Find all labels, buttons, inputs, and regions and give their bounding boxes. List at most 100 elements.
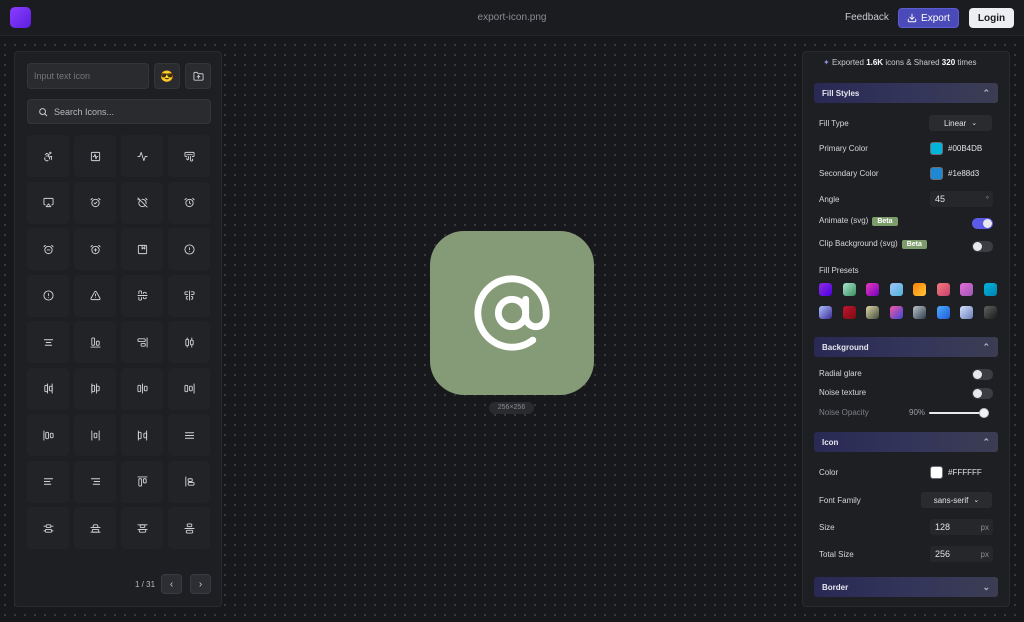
- fill-preset-swatch[interactable]: [866, 306, 879, 319]
- icon-grid-cell[interactable]: [27, 460, 69, 503]
- icon-grid-cell[interactable]: [74, 507, 116, 549]
- icon-grid-cell[interactable]: [168, 414, 210, 456]
- icon-search[interactable]: [27, 99, 211, 124]
- icon-grid-cell[interactable]: [74, 228, 116, 270]
- size-input[interactable]: 128 px: [930, 519, 993, 535]
- icon-grid-cell[interactable]: [121, 507, 163, 549]
- fill-presets-label: Fill Presets: [819, 266, 859, 275]
- noise-opacity-slider-thumb[interactable]: [979, 408, 989, 418]
- fill-preset-swatch[interactable]: [819, 306, 832, 319]
- feedback-link[interactable]: Feedback: [845, 12, 889, 23]
- total-size-label: Total Size: [819, 550, 854, 559]
- icon-grid-cell[interactable]: [168, 460, 210, 503]
- icon-grid-cell[interactable]: [168, 181, 210, 224]
- noise-opacity-label: Noise Opacity: [819, 408, 869, 417]
- icon-grid-cell[interactable]: [74, 135, 116, 177]
- fill-preset-swatch[interactable]: [842, 306, 856, 319]
- export-button[interactable]: Export: [898, 8, 959, 28]
- background-section-header[interactable]: Background ⌃: [814, 337, 998, 357]
- noise-texture-toggle[interactable]: [972, 388, 993, 399]
- icon-color-swatch[interactable]: [930, 465, 943, 479]
- align-start-vertical-icon: [184, 476, 195, 487]
- fill-type-label: Fill Type: [819, 119, 849, 128]
- alarm-minus-icon: [42, 244, 54, 254]
- align-horizontal-justify-start-icon: [42, 429, 54, 441]
- fill-preset-swatch[interactable]: [936, 283, 950, 296]
- icon-grid-cell[interactable]: [121, 228, 163, 270]
- icon-color-picker[interactable]: #FFFFFF: [930, 464, 994, 480]
- icon-grid-cell[interactable]: [74, 367, 116, 410]
- fill-preset-swatch[interactable]: [866, 283, 879, 296]
- next-page-button[interactable]: ›: [190, 574, 211, 594]
- border-section-header[interactable]: Border ⌄: [814, 577, 998, 597]
- fill-preset-swatch[interactable]: [913, 306, 926, 319]
- prev-page-button[interactable]: ‹: [161, 574, 182, 594]
- font-family-select[interactable]: sans-serif ⌄: [921, 492, 992, 508]
- icon-grid-cell[interactable]: [27, 181, 69, 224]
- primary-color-picker[interactable]: #00B4DB: [930, 140, 994, 156]
- icon-grid-cell[interactable]: [27, 228, 69, 270]
- total-size-input[interactable]: 256 px: [930, 546, 993, 562]
- icon-grid-cell[interactable]: [121, 181, 163, 224]
- fill-type-select[interactable]: Linear ⌄: [929, 115, 992, 131]
- icon-grid-cell[interactable]: [27, 507, 69, 549]
- fill-preset-swatch[interactable]: [889, 306, 903, 319]
- text-icon-input[interactable]: [27, 63, 149, 89]
- icon-grid-cell[interactable]: [168, 321, 210, 363]
- fill-preset-swatch[interactable]: [819, 283, 832, 296]
- search-input[interactable]: [54, 106, 204, 117]
- secondary-color-picker[interactable]: #1e88d3: [930, 165, 994, 181]
- emoji-button[interactable]: 😎: [154, 63, 180, 89]
- fill-preset-swatch[interactable]: [960, 283, 973, 296]
- noise-texture-label: Noise texture: [819, 388, 867, 397]
- primary-color-swatch[interactable]: [930, 141, 943, 155]
- align-vertical-distribute-start-icon: [136, 523, 148, 533]
- icon-grid-cell[interactable]: [168, 135, 210, 177]
- upload-folder-button[interactable]: [185, 63, 211, 89]
- icon-grid-cell[interactable]: [168, 507, 210, 549]
- icon-grid-cell[interactable]: [27, 274, 69, 317]
- icon-grid-cell[interactable]: [121, 367, 163, 410]
- icon-grid-cell[interactable]: [121, 135, 163, 177]
- fill-preset-swatch[interactable]: [960, 306, 973, 319]
- icon-grid-cell[interactable]: [168, 274, 210, 317]
- align-horizontal-space-between-icon: [137, 429, 147, 441]
- icon-grid-cell[interactable]: [27, 414, 69, 456]
- fill-preset-swatch[interactable]: [842, 283, 856, 296]
- icon-grid-cell[interactable]: [121, 460, 163, 503]
- icon-grid-cell[interactable]: [27, 135, 69, 177]
- icon-grid-cell[interactable]: [121, 274, 163, 317]
- fill-preset-swatch[interactable]: [913, 283, 926, 296]
- icon-grid-cell[interactable]: [168, 367, 210, 410]
- secondary-color-label: Secondary Color: [819, 169, 879, 178]
- fill-preset-swatch[interactable]: [983, 283, 997, 296]
- clip-background-toggle[interactable]: [972, 241, 993, 252]
- icon-grid-cell[interactable]: [74, 274, 116, 317]
- fill-styles-section-header[interactable]: Fill Styles ⌃: [814, 83, 998, 103]
- beta-badge: Beta: [901, 240, 927, 249]
- icon-grid-cell[interactable]: [168, 228, 210, 270]
- login-button[interactable]: Login: [969, 8, 1014, 28]
- clip-background-label: Clip Background (svg) Beta: [819, 239, 927, 249]
- alarm-check-icon: [89, 197, 101, 208]
- radial-glare-toggle[interactable]: [972, 369, 993, 380]
- icon-grid-cell[interactable]: [74, 414, 116, 456]
- icon-grid-cell[interactable]: [74, 460, 116, 503]
- angle-input[interactable]: 45 °: [930, 191, 993, 207]
- icon-grid-cell[interactable]: [74, 321, 116, 363]
- icon-grid-cell[interactable]: [27, 321, 69, 363]
- align-horizontal-space-around-icon: [90, 429, 100, 441]
- secondary-color-swatch[interactable]: [930, 166, 943, 180]
- fill-preset-swatch[interactable]: [936, 306, 950, 319]
- icon-grid-cell[interactable]: [74, 181, 116, 224]
- align-center-vertical-icon: [183, 290, 195, 301]
- fill-preset-swatch[interactable]: [889, 283, 903, 296]
- icon-grid-cell[interactable]: [121, 414, 163, 456]
- radial-glare-label: Radial glare: [819, 369, 862, 378]
- icon-section-header[interactable]: Icon ⌃: [814, 432, 998, 452]
- align-end-horizontal-icon: [89, 336, 101, 348]
- icon-grid-cell[interactable]: [121, 321, 163, 363]
- animate-toggle[interactable]: [972, 218, 993, 229]
- icon-grid-cell[interactable]: [27, 367, 69, 410]
- fill-preset-swatch[interactable]: [983, 306, 997, 319]
